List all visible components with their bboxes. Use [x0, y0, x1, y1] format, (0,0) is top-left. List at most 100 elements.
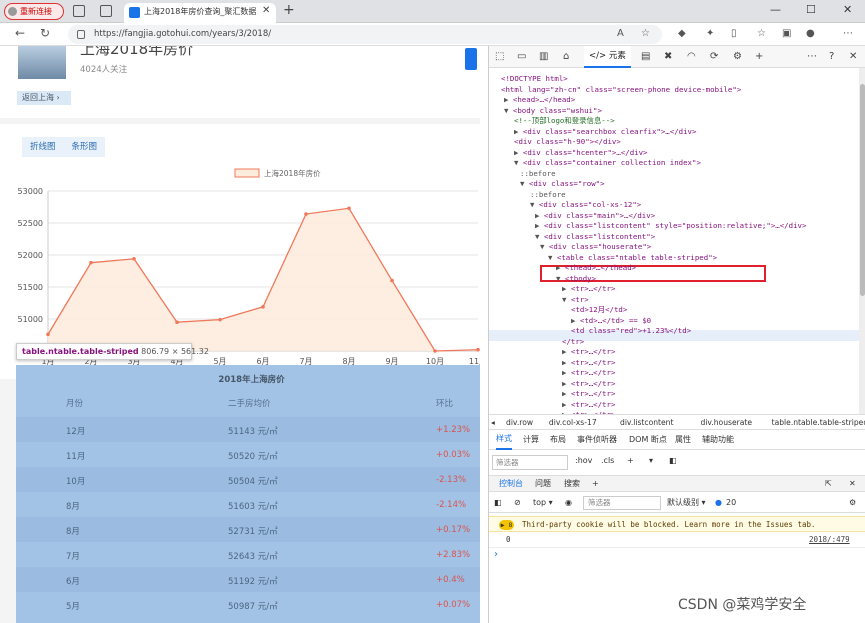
- dom-node[interactable]: ▼ <div class="col-xs-12">: [530, 200, 641, 210]
- read-aloud-icon[interactable]: A: [617, 28, 624, 39]
- dom-node[interactable]: <!--顶部logo和登录信息-->: [514, 116, 615, 126]
- styles-tab[interactable]: 事件侦听器: [577, 430, 617, 450]
- breadcrumb-item[interactable]: div.houserate: [701, 415, 753, 429]
- device-toolbar-icon[interactable]: ▭: [517, 51, 526, 62]
- feedback-icon[interactable]: ⋯: [807, 51, 817, 62]
- dom-node[interactable]: ▶ <tr>…</tr>: [562, 400, 615, 410]
- dom-node[interactable]: ▼ <div class="row">: [520, 179, 605, 189]
- expand-arrow-icon[interactable]: ▶: [562, 400, 571, 409]
- extension-icon[interactable]: ◆: [678, 28, 686, 39]
- dom-node[interactable]: <div class="h-90"></div>: [514, 137, 621, 147]
- expand-arrow-icon[interactable]: ▶: [562, 368, 571, 377]
- dom-node[interactable]: ▼ <tbody>: [556, 274, 596, 284]
- context-select[interactable]: top ▾: [533, 492, 553, 513]
- add-tool-icon[interactable]: +: [755, 51, 763, 62]
- expand-arrow-icon[interactable]: ▼: [504, 106, 513, 115]
- dom-node[interactable]: </tr>: [562, 337, 584, 347]
- dom-node[interactable]: <td>12月</td>: [571, 305, 627, 315]
- cls-toggle[interactable]: .cls: [601, 456, 614, 465]
- breadcrumb-item[interactable]: table.ntable.table-striped: [772, 415, 865, 429]
- dom-node[interactable]: ▶ <div class="hcenter">…</div>: [514, 148, 648, 158]
- dom-node[interactable]: ▶ <tr>…</tr>: [562, 379, 615, 389]
- dom-node[interactable]: ▼ <table class="ntable table-striped">: [548, 253, 717, 263]
- dom-node[interactable]: ▶ <tr>…</tr>: [562, 358, 615, 368]
- breadcrumb-item[interactable]: div.listcontent: [620, 415, 673, 429]
- expand-arrow-icon[interactable]: ▼: [540, 242, 549, 251]
- window-close-button[interactable]: ✕: [843, 3, 852, 16]
- reconnect-button[interactable]: 重新连接: [4, 3, 64, 20]
- dom-node[interactable]: ▼ <body class="wshui">: [504, 106, 602, 116]
- console-tab[interactable]: 控制台: [499, 476, 523, 492]
- expand-arrow-icon[interactable]: ▶: [535, 211, 544, 220]
- help-icon[interactable]: ?: [829, 51, 834, 62]
- dom-node[interactable]: ▶ <tr>…</tr>: [562, 284, 615, 294]
- dom-node[interactable]: ▶ <tr>…</tr>: [562, 368, 615, 378]
- issues-icon[interactable]: ●: [715, 492, 722, 513]
- dom-node[interactable]: ▼ <div class="listcontent">: [535, 232, 655, 242]
- new-rule-button[interactable]: +: [627, 456, 634, 465]
- back-to-city-button[interactable]: 返回上海 ›: [17, 91, 71, 105]
- dom-node[interactable]: ▶ <td>…</td> == $0: [571, 316, 651, 326]
- console-settings-gear-icon[interactable]: ⚙: [849, 492, 856, 513]
- styles-tab[interactable]: 样式: [496, 430, 512, 450]
- dom-scrollbar[interactable]: [859, 68, 865, 414]
- expand-arrow-icon[interactable]: ▼: [514, 158, 523, 167]
- dom-node[interactable]: ▶ <thead>…</thead>: [556, 263, 636, 273]
- expand-arrow-icon[interactable]: ▶: [562, 284, 571, 293]
- dom-node[interactable]: <td class="red">+1.23%</td>: [571, 326, 691, 336]
- dock-icon[interactable]: ▥: [539, 51, 548, 62]
- computed-sidebar-icon[interactable]: ◧: [669, 456, 677, 465]
- new-tab-button[interactable]: +: [283, 2, 295, 18]
- styles-filter-input[interactable]: 筛选器: [492, 455, 568, 470]
- tab-bar-chart[interactable]: 条形图: [64, 137, 106, 157]
- expand-arrow-icon[interactable]: ▶: [571, 316, 580, 325]
- extensions-puzzle-icon[interactable]: ✦: [706, 28, 714, 39]
- expand-arrow-icon[interactable]: ▼: [530, 200, 539, 209]
- styles-tab[interactable]: 辅助功能: [702, 430, 734, 450]
- url-field[interactable]: https://fangjia.gotohui.com/years/3/2018…: [68, 25, 662, 44]
- expand-arrow-icon[interactable]: ▶: [514, 127, 523, 136]
- profile-icon[interactable]: ●: [806, 28, 815, 39]
- expand-arrow-icon[interactable]: ▼: [548, 253, 557, 262]
- undock-drawer-icon[interactable]: ⇱: [825, 476, 832, 492]
- clear-console-icon[interactable]: ⊘: [514, 492, 521, 513]
- breadcrumb-item[interactable]: div.row: [506, 415, 533, 429]
- refresh-icon[interactable]: ↻: [40, 26, 50, 40]
- styles-tab[interactable]: DOM 断点: [629, 430, 667, 450]
- breadcrumb-scroll-left-icon[interactable]: ◂: [491, 415, 495, 429]
- back-arrow-icon[interactable]: ←: [15, 26, 25, 40]
- expand-arrow-icon[interactable]: ▶: [562, 389, 571, 398]
- welcome-home-icon[interactable]: ⌂: [563, 51, 569, 62]
- performance-icon[interactable]: ⟳: [710, 51, 718, 62]
- expand-arrow-icon[interactable]: ▶: [535, 221, 544, 230]
- dom-node[interactable]: ▶ <div class="searchbox clearfix">…</div…: [514, 127, 696, 137]
- element-state-icon[interactable]: ▾: [649, 456, 653, 465]
- console-tab[interactable]: 问题: [535, 476, 551, 492]
- expand-arrow-icon[interactable]: ▶: [514, 148, 523, 157]
- dom-node[interactable]: <!DOCTYPE html>: [501, 74, 568, 84]
- more-menu-icon[interactable]: ⋯: [843, 28, 853, 39]
- favorite-star-icon[interactable]: ☆: [641, 28, 650, 39]
- expand-arrow-icon[interactable]: ▼: [520, 179, 529, 188]
- dom-node[interactable]: ▼ <div class="container collection index…: [514, 158, 701, 168]
- expand-arrow-icon[interactable]: ▼: [556, 274, 565, 283]
- expand-arrow-icon[interactable]: ▼: [535, 232, 544, 241]
- log-levels-select[interactable]: 默认级别 ▾: [667, 492, 706, 513]
- styles-tab[interactable]: 布局: [550, 430, 566, 450]
- collections-icon[interactable]: ▣: [782, 28, 791, 39]
- browser-tab[interactable]: 上海2018年房价查询_聚汇数据: [124, 3, 276, 23]
- console-filter-input[interactable]: 筛选器: [583, 496, 661, 510]
- breadcrumb-item[interactable]: div.col-xs-17: [549, 415, 597, 429]
- dom-node[interactable]: ▶ <tr>…</tr>: [562, 347, 615, 357]
- close-drawer-icon[interactable]: ✕: [849, 476, 856, 492]
- close-devtools-icon[interactable]: ✕: [849, 51, 857, 62]
- expand-arrow-icon[interactable]: ▶: [562, 358, 571, 367]
- maximize-button[interactable]: ☐: [806, 3, 816, 16]
- expand-arrow-icon[interactable]: ▶: [562, 379, 571, 388]
- sources-icon[interactable]: ✖: [664, 51, 672, 62]
- dom-node[interactable]: ::before: [530, 190, 566, 200]
- console-icon[interactable]: ▤: [641, 51, 650, 62]
- dom-node[interactable]: ▶ <div class="listcontent" style="positi…: [535, 221, 806, 231]
- expand-arrow-icon[interactable]: ▶: [556, 263, 565, 272]
- tab-elements[interactable]: </> 元素: [584, 46, 631, 68]
